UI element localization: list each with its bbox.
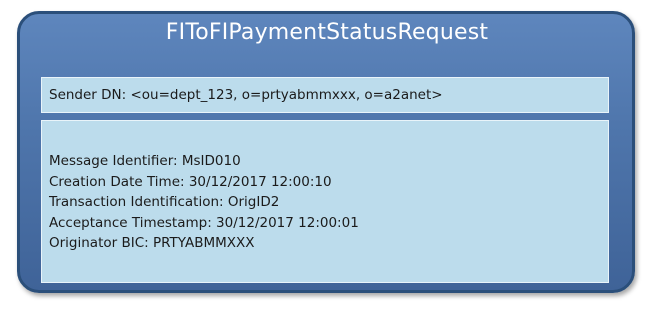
field-originator-bic: Originator BIC: PRTYABMMXXX xyxy=(49,235,255,251)
field-message-identifier: Message Identifier: MsID010 xyxy=(49,153,241,169)
fields-panel: Message Identifier: MsID010 Creation Dat… xyxy=(41,120,609,283)
field-transaction-identification: Transaction Identification: OrigID2 xyxy=(49,194,280,210)
field-list: Message Identifier: MsID010 Creation Dat… xyxy=(49,151,359,254)
sender-panel: Sender DN: <ou=dept_123, o=prtyabmmxxx, … xyxy=(41,77,609,113)
message-type-title: FIToFIPaymentStatusRequest xyxy=(165,20,489,45)
field-creation-date-time: Creation Date Time: 30/12/2017 12:00:10 xyxy=(49,173,332,190)
field-acceptance-timestamp: Acceptance Timestamp: 30/12/2017 12:00:0… xyxy=(49,214,359,231)
sender-dn: Sender DN: <ou=dept_123, o=prtyabmmxxx, … xyxy=(49,87,443,103)
